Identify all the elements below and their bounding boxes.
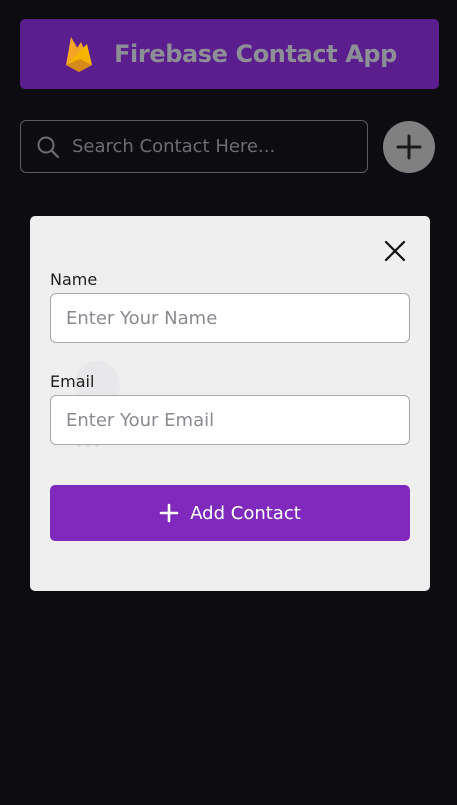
add-contact-fab[interactable] <box>383 121 435 173</box>
plus-icon <box>396 134 422 160</box>
plus-icon <box>159 503 179 523</box>
email-field[interactable] <box>50 395 410 445</box>
search-input[interactable] <box>72 136 352 157</box>
firebase-flame-icon <box>66 37 93 72</box>
app-title: Firebase Contact App <box>114 40 397 68</box>
app-header: Firebase Contact App <box>20 19 439 89</box>
add-contact-button[interactable]: Add Contact <box>50 485 410 541</box>
search-bar <box>20 120 368 173</box>
close-icon[interactable] <box>382 238 408 264</box>
add-contact-label: Add Contact <box>190 502 301 524</box>
name-field[interactable] <box>50 293 410 343</box>
app-root: Firebase Contact App Name Email <box>0 0 457 805</box>
name-label: Name <box>50 270 98 289</box>
search-icon <box>37 136 60 158</box>
email-label: Email <box>50 372 95 391</box>
add-contact-modal: Name Email Add Contact <box>30 216 430 591</box>
